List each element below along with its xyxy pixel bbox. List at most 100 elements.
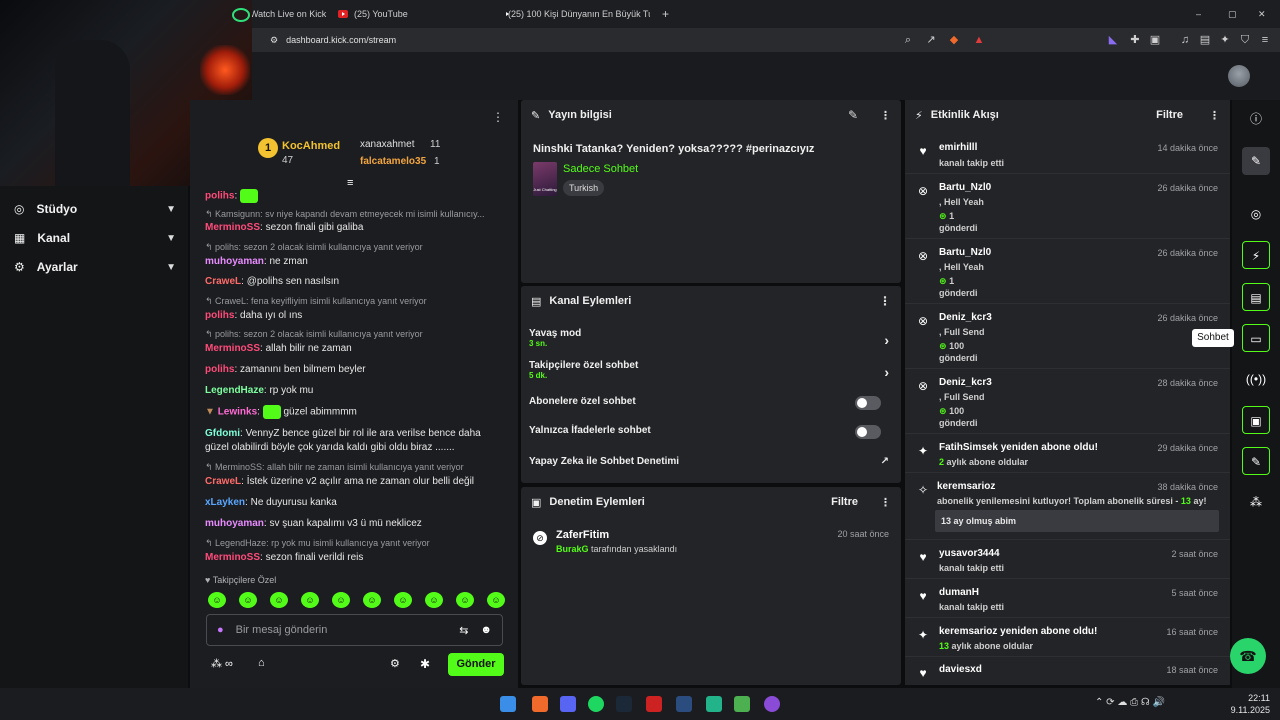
sidebar-icon[interactable]: ▣ — [1148, 33, 1162, 47]
avatar[interactable] — [1228, 65, 1250, 87]
emote-icon[interactable]: ☺ — [394, 592, 412, 608]
emote-icon[interactable]: ☺ — [456, 592, 474, 608]
emote-icon[interactable]: ☺ — [239, 592, 257, 608]
bolt-icon[interactable]: ⚡ — [1242, 241, 1270, 269]
emoji-icon[interactable]: ☻ — [480, 624, 492, 636]
app-icon[interactable] — [646, 696, 662, 712]
send-button[interactable]: Gönder — [448, 653, 504, 676]
emote-icon[interactable]: ☺ — [425, 592, 443, 608]
windows-start-icon[interactable] — [500, 696, 516, 712]
menu-button[interactable]: ⋮ — [880, 109, 891, 122]
slow-mode-row[interactable]: Yavaş mod 3 sn. › — [529, 328, 891, 348]
tab-kick[interactable]: Watch Live on Kick — [250, 4, 330, 24]
filter-button[interactable]: Filtre — [1156, 109, 1183, 121]
apps-icon[interactable]: ⁂ — [1242, 488, 1270, 516]
wallet-icon[interactable]: ▤ — [1198, 33, 1212, 47]
bot-icon[interactable]: ✱ — [420, 657, 430, 671]
gear-icon: ⚙ — [14, 260, 25, 274]
edit-icon[interactable]: ✎ — [848, 108, 858, 122]
mod-actions-panel: ▣ Denetim Eylemleri Filtre ⋮ ⊘ ZaferFitim 2… — [521, 487, 901, 685]
notes-icon[interactable]: ▤ — [1242, 283, 1270, 311]
followers-only-row[interactable]: Takipçilere özel sohbet 5 dk. › — [529, 360, 891, 380]
chat-menu-button[interactable]: ⋮ — [492, 110, 504, 124]
category-link[interactable]: Sadece Sohbet — [563, 163, 638, 175]
top-gifter-name[interactable]: KocAhmed — [282, 140, 340, 152]
brave-shield-icon[interactable]: ◆ — [947, 33, 961, 47]
puzzle-icon[interactable]: ✚ — [1128, 33, 1142, 47]
brave-icon[interactable] — [532, 696, 548, 712]
store-icon[interactable]: ⌂ — [258, 657, 265, 669]
sidebar-item-channel[interactable]: ▦ Kanal ▼ — [14, 228, 176, 248]
broadcast-icon[interactable]: ((•)) — [1242, 365, 1270, 393]
subscribers-only-toggle[interactable] — [855, 396, 881, 410]
chat-icon[interactable]: ▭ — [1242, 324, 1270, 352]
zoom-icon[interactable]: ⌕ — [901, 33, 915, 47]
menu-icon[interactable]: ≡ — [1258, 33, 1272, 47]
category-thumbnail[interactable]: Just Chatting — [533, 162, 557, 196]
kick-icon: ⊗ — [917, 379, 929, 393]
mod-target-user[interactable]: ZaferFitim — [556, 529, 609, 541]
collapse-icon[interactable]: ≡ — [347, 177, 353, 189]
spotify-icon[interactable] — [588, 696, 604, 712]
share-icon[interactable]: ↗ — [924, 33, 938, 47]
chat-message: polihs: zamanını ben bilmem beyler — [205, 364, 366, 375]
vpn-icon[interactable]: ⛉ — [1238, 33, 1252, 47]
minimize-icon[interactable]: – — [1196, 4, 1208, 24]
rank-badge: 1 — [258, 138, 278, 158]
subscribers-only-row: Abonelere özel sohbet — [529, 396, 891, 410]
menu-button[interactable]: ⋮ — [1209, 109, 1220, 122]
extension-icon[interactable]: ◣ — [1106, 33, 1120, 47]
url-field[interactable]: ⚙ dashboard.kick.com/stream — [270, 30, 900, 50]
sidebar-item-studio[interactable]: ◎ Stüdyo ▼ — [14, 199, 176, 219]
activity-item: ⊗ Deniz_kcr3 28 dakika önce, Full Send ⊛ 10… — [905, 368, 1230, 432]
video-icon[interactable]: ▣ — [1242, 406, 1270, 434]
obs-icon[interactable] — [764, 696, 780, 712]
camera-icon[interactable]: ◎ — [1242, 200, 1270, 228]
badge-icon: ▼ — [205, 406, 215, 418]
activity-item: ♥ emirhilll 14 dakika önce kanalı takip ett… — [905, 134, 1230, 172]
rewards-icon[interactable]: ⁂ ∞ — [211, 657, 233, 670]
resub-message: 13 ay olmuş abim — [935, 510, 1219, 532]
chat-input[interactable]: ● Bir mesaj gönderin ⇆ ☻ — [206, 614, 503, 646]
help-button[interactable]: ☎ — [1230, 638, 1266, 674]
ai-moderation-row[interactable]: Yapay Zeka ile Sohbet Denetimi ↗ — [529, 456, 891, 467]
wrench-icon[interactable]: ✎ — [1242, 447, 1270, 475]
app-icon[interactable] — [734, 696, 750, 712]
top-gifter-name[interactable]: xanaxahmet — [360, 139, 414, 150]
tray-icons[interactable]: ⌃ ⟳ ☁ ⎙ ☊ 🔊 — [1095, 697, 1165, 708]
sidebar-item-settings[interactable]: ⚙ Ayarlar ▼ — [14, 257, 176, 277]
info-icon[interactable]: ⓘ — [1242, 105, 1270, 133]
emote-icon[interactable]: ☺ — [301, 592, 319, 608]
emote-icon[interactable]: ☺ — [332, 592, 350, 608]
gear-icon[interactable]: ⚙ — [390, 657, 400, 670]
maximize-icon[interactable]: ▢ — [1228, 4, 1240, 24]
emote-only-toggle[interactable] — [855, 425, 881, 439]
rewards-icon[interactable]: ▲ — [972, 33, 986, 47]
taskbar-clock[interactable]: 22:11 9.11.2025 — [1212, 692, 1270, 716]
microphone-icon[interactable]: ● — [217, 624, 224, 636]
emote-icon[interactable]: ☺ — [363, 592, 381, 608]
discord-icon[interactable] — [560, 696, 576, 712]
emote-icon[interactable]: ☺ — [487, 592, 505, 608]
translate-icon[interactable]: ⇆ — [459, 624, 468, 637]
right-rail: ⓘ ✎ ◎ ⚡ ▤ ▭ ((•)) ▣ ✎ ⁂ — [1232, 100, 1280, 688]
music-icon[interactable]: ♫ — [1178, 33, 1192, 47]
top-gifter-name[interactable]: falcatamelo35 — [360, 156, 426, 167]
app-icon[interactable] — [706, 696, 722, 712]
site-info-icon[interactable]: ⚙ — [270, 35, 278, 46]
menu-button[interactable]: ⋮ — [880, 496, 891, 509]
close-icon[interactable]: ✕ — [1258, 4, 1270, 24]
ai-icon[interactable]: ✦ — [1218, 33, 1232, 47]
tab-youtube-video[interactable]: (25) 100 Kişi Dünyanın En Büyük Tuzak — [502, 4, 650, 24]
emote-icon — [262, 405, 281, 419]
app-icon[interactable] — [676, 696, 692, 712]
steam-icon[interactable] — [616, 696, 632, 712]
tab-youtube[interactable]: (25) YouTube — [338, 4, 488, 24]
filter-button[interactable]: Filtre — [831, 496, 858, 508]
menu-button[interactable]: ⋮ — [879, 294, 891, 308]
new-tab-button[interactable]: + — [662, 4, 676, 24]
edit-icon[interactable]: ✎ — [1242, 147, 1270, 175]
emote-icon[interactable]: ☺ — [208, 592, 226, 608]
mod-action-time: 20 saat önce — [837, 529, 889, 539]
emote-icon[interactable]: ☺ — [270, 592, 288, 608]
